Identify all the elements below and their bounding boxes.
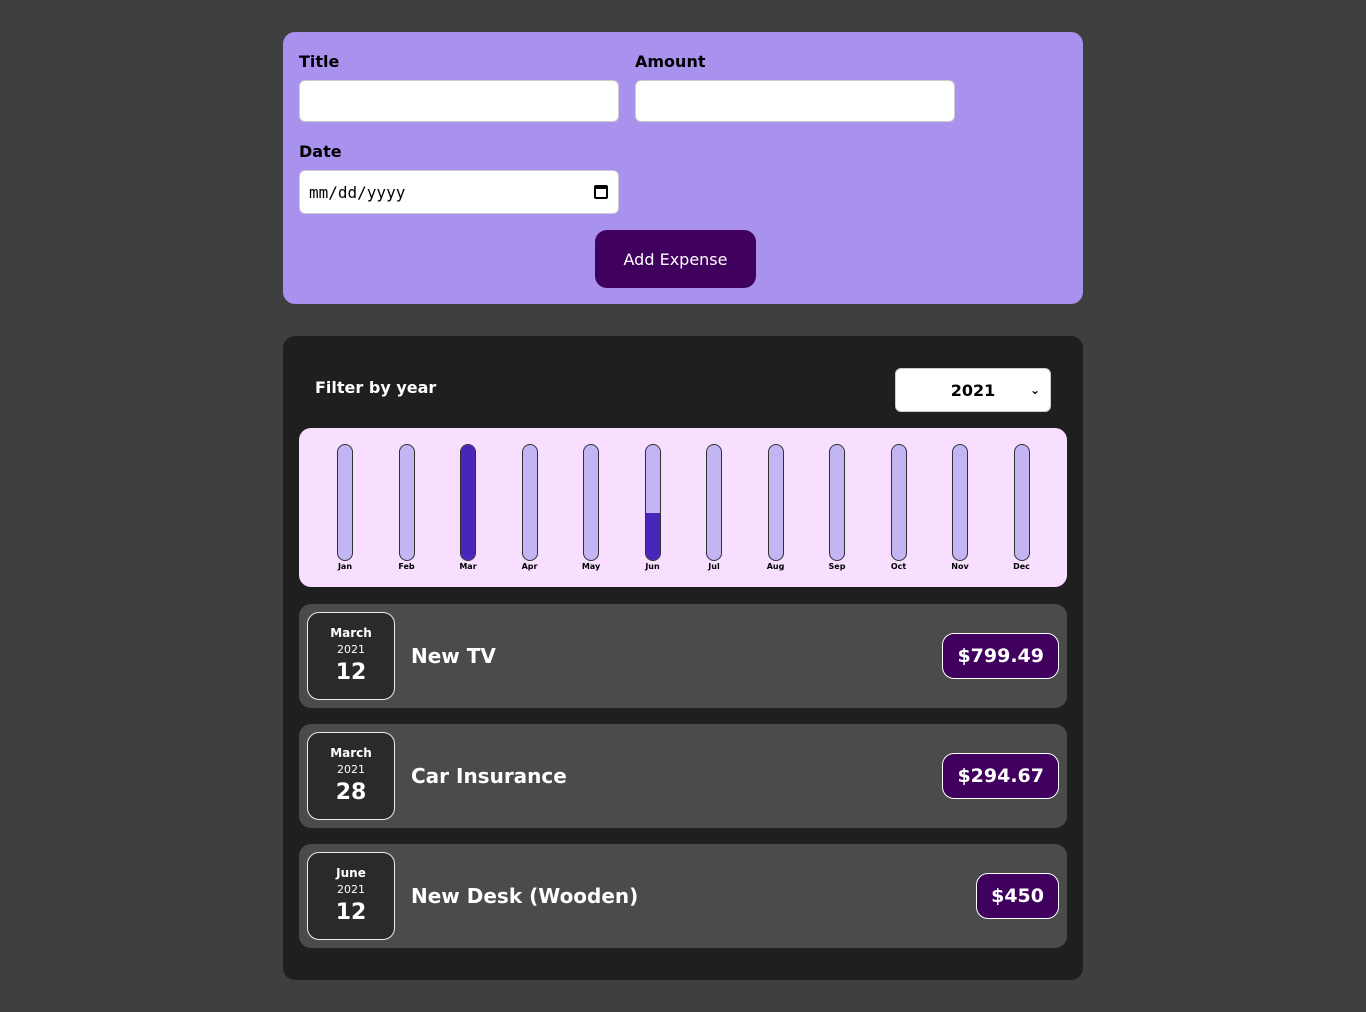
bar-track bbox=[952, 444, 968, 561]
chart-bar-apr: Apr bbox=[515, 444, 545, 574]
expense-title: Car Insurance bbox=[411, 764, 567, 788]
bar-label: Nov bbox=[951, 562, 969, 571]
bar-label: May bbox=[581, 562, 601, 571]
amount-label: Amount bbox=[635, 52, 706, 71]
title-label: Title bbox=[299, 52, 340, 71]
bar-label: Oct bbox=[890, 562, 907, 571]
bar-label: Dec bbox=[1013, 562, 1030, 571]
expense-item: March 2021 28 Car Insurance $294.67 bbox=[299, 724, 1067, 828]
expense-year: 2021 bbox=[337, 883, 365, 896]
bar-track bbox=[337, 444, 353, 561]
expense-amount: $799.49 bbox=[942, 633, 1059, 679]
expenses-panel: Filter by year 2021 ⌄ Jan Feb Mar Apr May Jun… bbox=[283, 336, 1083, 980]
bar-track bbox=[829, 444, 845, 561]
bar-track bbox=[583, 444, 599, 561]
expense-day: 12 bbox=[335, 900, 367, 925]
bar-track bbox=[767, 444, 784, 561]
expense-day: 28 bbox=[335, 780, 367, 805]
expense-amount: $294.67 bbox=[942, 753, 1059, 799]
expense-amount: $450 bbox=[976, 873, 1059, 919]
date-placeholder: mm/dd/yyyy bbox=[309, 182, 406, 202]
expense-date: June 2021 12 bbox=[307, 852, 395, 940]
expense-item: June 2021 12 New Desk (Wooden) $450 bbox=[299, 844, 1067, 948]
year-select[interactable]: 2021 ⌄ bbox=[895, 368, 1051, 412]
bar-label: Apr bbox=[521, 562, 538, 571]
expense-title: New Desk (Wooden) bbox=[411, 884, 639, 908]
new-expense-form: Title Amount Date mm/dd/yyyy Add Expense bbox=[283, 32, 1083, 304]
expense-year: 2021 bbox=[337, 763, 365, 776]
chart-bar-jan: Jan bbox=[330, 444, 360, 574]
bar-label: Sep bbox=[828, 562, 846, 571]
bar-track bbox=[398, 444, 415, 561]
chart-bar-dec: Dec bbox=[1007, 444, 1037, 574]
chart-bar-mar: Mar bbox=[453, 444, 483, 574]
amount-input[interactable] bbox=[635, 80, 955, 122]
chart-bar-oct: Oct bbox=[884, 444, 914, 574]
bar-label: Feb bbox=[398, 562, 415, 571]
chevron-down-icon: ⌄ bbox=[1029, 383, 1040, 397]
bar-label: Jan bbox=[337, 562, 353, 571]
expense-date: March 2021 28 bbox=[307, 732, 395, 820]
title-input[interactable] bbox=[299, 80, 619, 122]
chart-bar-aug: Aug bbox=[761, 444, 791, 574]
chart-bar-jul: Jul bbox=[699, 444, 729, 574]
expense-year: 2021 bbox=[337, 643, 365, 656]
bar-track bbox=[644, 444, 661, 561]
expenses-chart: Jan Feb Mar Apr May Jun Jul Aug Sep Oct Nov Dec bbox=[299, 428, 1067, 587]
selected-year: 2021 bbox=[950, 380, 996, 400]
bar-track bbox=[1013, 444, 1030, 561]
bar-fill bbox=[461, 445, 475, 560]
chart-bar-sep: Sep bbox=[822, 444, 852, 574]
bar-label: Jul bbox=[708, 562, 720, 571]
chart-bar-feb: Feb bbox=[392, 444, 422, 574]
bar-label: Aug bbox=[766, 562, 785, 571]
bar-track bbox=[460, 444, 476, 561]
chart-bar-jun: Jun bbox=[638, 444, 668, 574]
expense-item: March 2021 12 New TV $799.49 bbox=[299, 604, 1067, 708]
expense-month: March bbox=[330, 626, 372, 640]
chart-bar-may: May bbox=[576, 444, 606, 574]
date-input[interactable]: mm/dd/yyyy bbox=[299, 170, 619, 214]
expense-day: 12 bbox=[335, 660, 367, 685]
add-expense-button[interactable]: Add Expense bbox=[595, 230, 756, 288]
calendar-icon[interactable] bbox=[594, 185, 608, 199]
bar-track bbox=[890, 444, 907, 561]
bar-fill bbox=[645, 512, 660, 560]
bar-label: Jun bbox=[645, 562, 660, 571]
chart-bar-nov: Nov bbox=[945, 444, 975, 574]
expense-title: New TV bbox=[411, 644, 496, 668]
bar-track bbox=[706, 444, 722, 561]
bar-track bbox=[521, 444, 538, 561]
expense-month: March bbox=[330, 746, 372, 760]
bar-label: Mar bbox=[459, 562, 477, 571]
filter-label: Filter by year bbox=[315, 378, 437, 397]
expense-date: March 2021 12 bbox=[307, 612, 395, 700]
date-label: Date bbox=[299, 142, 342, 161]
expense-month: June bbox=[336, 866, 366, 880]
